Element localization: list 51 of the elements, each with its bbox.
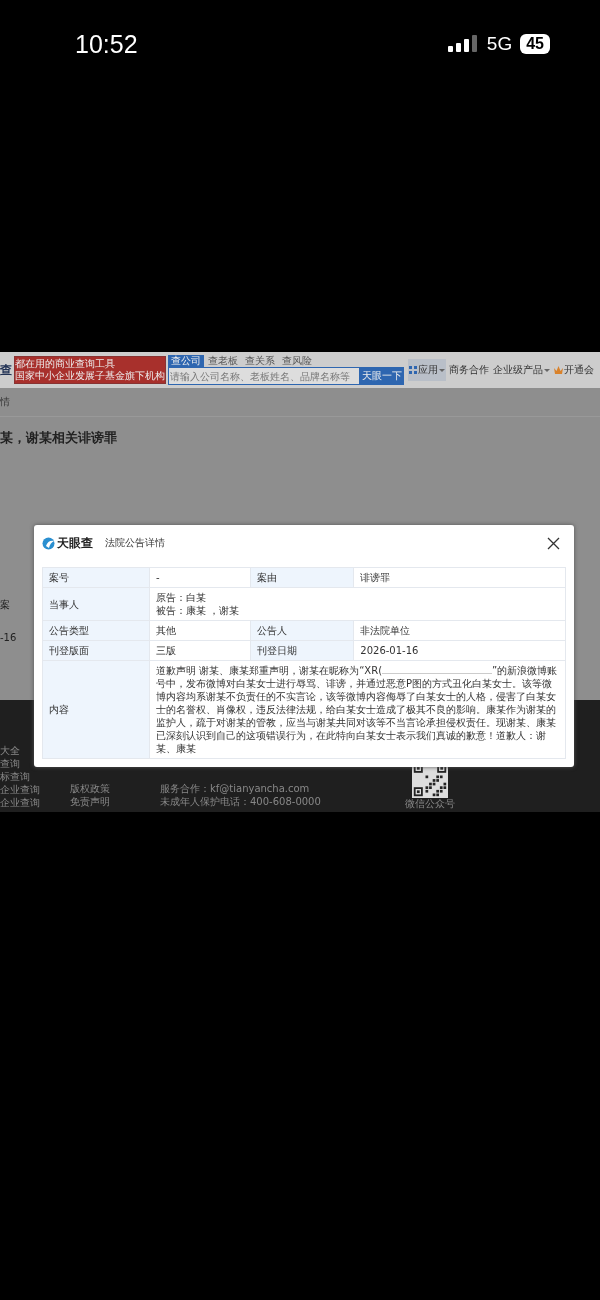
field-label: 案号	[42, 567, 150, 588]
eye-logo-icon	[42, 536, 55, 550]
nav-item[interactable]: 企业级产品	[492, 359, 551, 381]
search-button[interactable]: 天眼一下	[360, 367, 404, 385]
list-text-fragment: 案	[0, 598, 11, 612]
network-label: 5G	[486, 33, 513, 55]
logo-fragment: 查	[0, 361, 12, 379]
footer-link[interactable]: 企业查询	[0, 796, 70, 809]
search-tab[interactable]: 查老板	[205, 355, 241, 367]
close-button[interactable]	[547, 536, 560, 550]
footer-link[interactable]: 企业查询	[0, 783, 70, 796]
field-label: 公告类型	[42, 620, 150, 641]
field-label: 案由	[250, 567, 354, 588]
banner-text: 国家中小企业发展子基金旗下机构	[15, 370, 165, 382]
crown-icon	[554, 366, 563, 374]
field-label: 内容	[42, 660, 150, 759]
footer-link[interactable]: 免责声明	[70, 795, 160, 808]
footer-link[interactable]: 服务合作：kf@tianyancha.com	[160, 782, 390, 795]
banner-text: 都在用的商业查询工具	[15, 358, 116, 370]
table-cell: 非法院单位	[353, 620, 566, 641]
clock-time: 10:52	[75, 29, 139, 59]
page-title: 某，谢某相关诽谤罪	[0, 429, 118, 447]
field-label: 当事人	[42, 587, 150, 621]
nav-item[interactable]: 应用	[408, 359, 446, 381]
dialog-title: 法院公告详情	[105, 536, 166, 550]
table-cell: 2026-01-16	[353, 640, 566, 661]
logo-text: 天眼查	[57, 534, 93, 552]
caret-icon	[544, 368, 550, 372]
signal-icon	[447, 35, 479, 53]
field-label: 刊登版面	[42, 640, 150, 661]
table-cell: 诽谤罪	[353, 567, 566, 588]
footer-link[interactable]: 版权政策	[70, 782, 160, 795]
qr-caption: 微信公众号	[405, 798, 455, 810]
search-field[interactable]: 请输入公司名称、老板姓名、品牌名称等	[168, 367, 360, 385]
caret-icon	[439, 368, 445, 372]
grid-icon	[409, 366, 417, 374]
table-cell: 道歉声明 谢某、康某郑重声明，谢某在昵称为“XR( ”的新浪微博账号中，发布微博对白某女士进行辱骂、诽谤，并通过恶意P图的方式丑化白某女士。该等微博内容均系谢某不负责任的不实言论，该等微博内容侮辱了白某女士的人格，侵害了白某女士的名誉权、肖像权，违反法律法规，给白某女士造成了极其不良的影响。康某作为谢某的监护人，疏于对谢某的管教，应当与谢某共同对该等不当言论承担侵权责任。现谢某、康某已深刻认识到自己的这项错误行为，在此特向白某女士表示我们真诚的歉意！道歉人：谢某、康某	[149, 660, 566, 759]
search-tab[interactable]: 查公司	[168, 355, 204, 367]
battery-indicator: 45	[520, 34, 550, 54]
table-cell: -	[149, 567, 251, 588]
nav-item[interactable]: 商务合作	[448, 359, 490, 381]
table-cell: 其他	[149, 620, 251, 641]
breadcrumb: 情	[0, 388, 600, 417]
search-tab[interactable]: 查风险	[279, 355, 315, 367]
table-cell: 原告：白某 被告：康某 ，谢某	[149, 587, 566, 621]
footer-link[interactable]: 标查询	[0, 770, 70, 783]
nav-item[interactable]: 开通会	[553, 359, 595, 381]
list-text-fragment: -16	[0, 632, 17, 643]
search-tab[interactable]: 查关系	[242, 355, 278, 367]
footer-link[interactable]: 未成年人保护电话：400-608-0000	[160, 795, 390, 808]
table-cell: 三版	[149, 640, 251, 661]
